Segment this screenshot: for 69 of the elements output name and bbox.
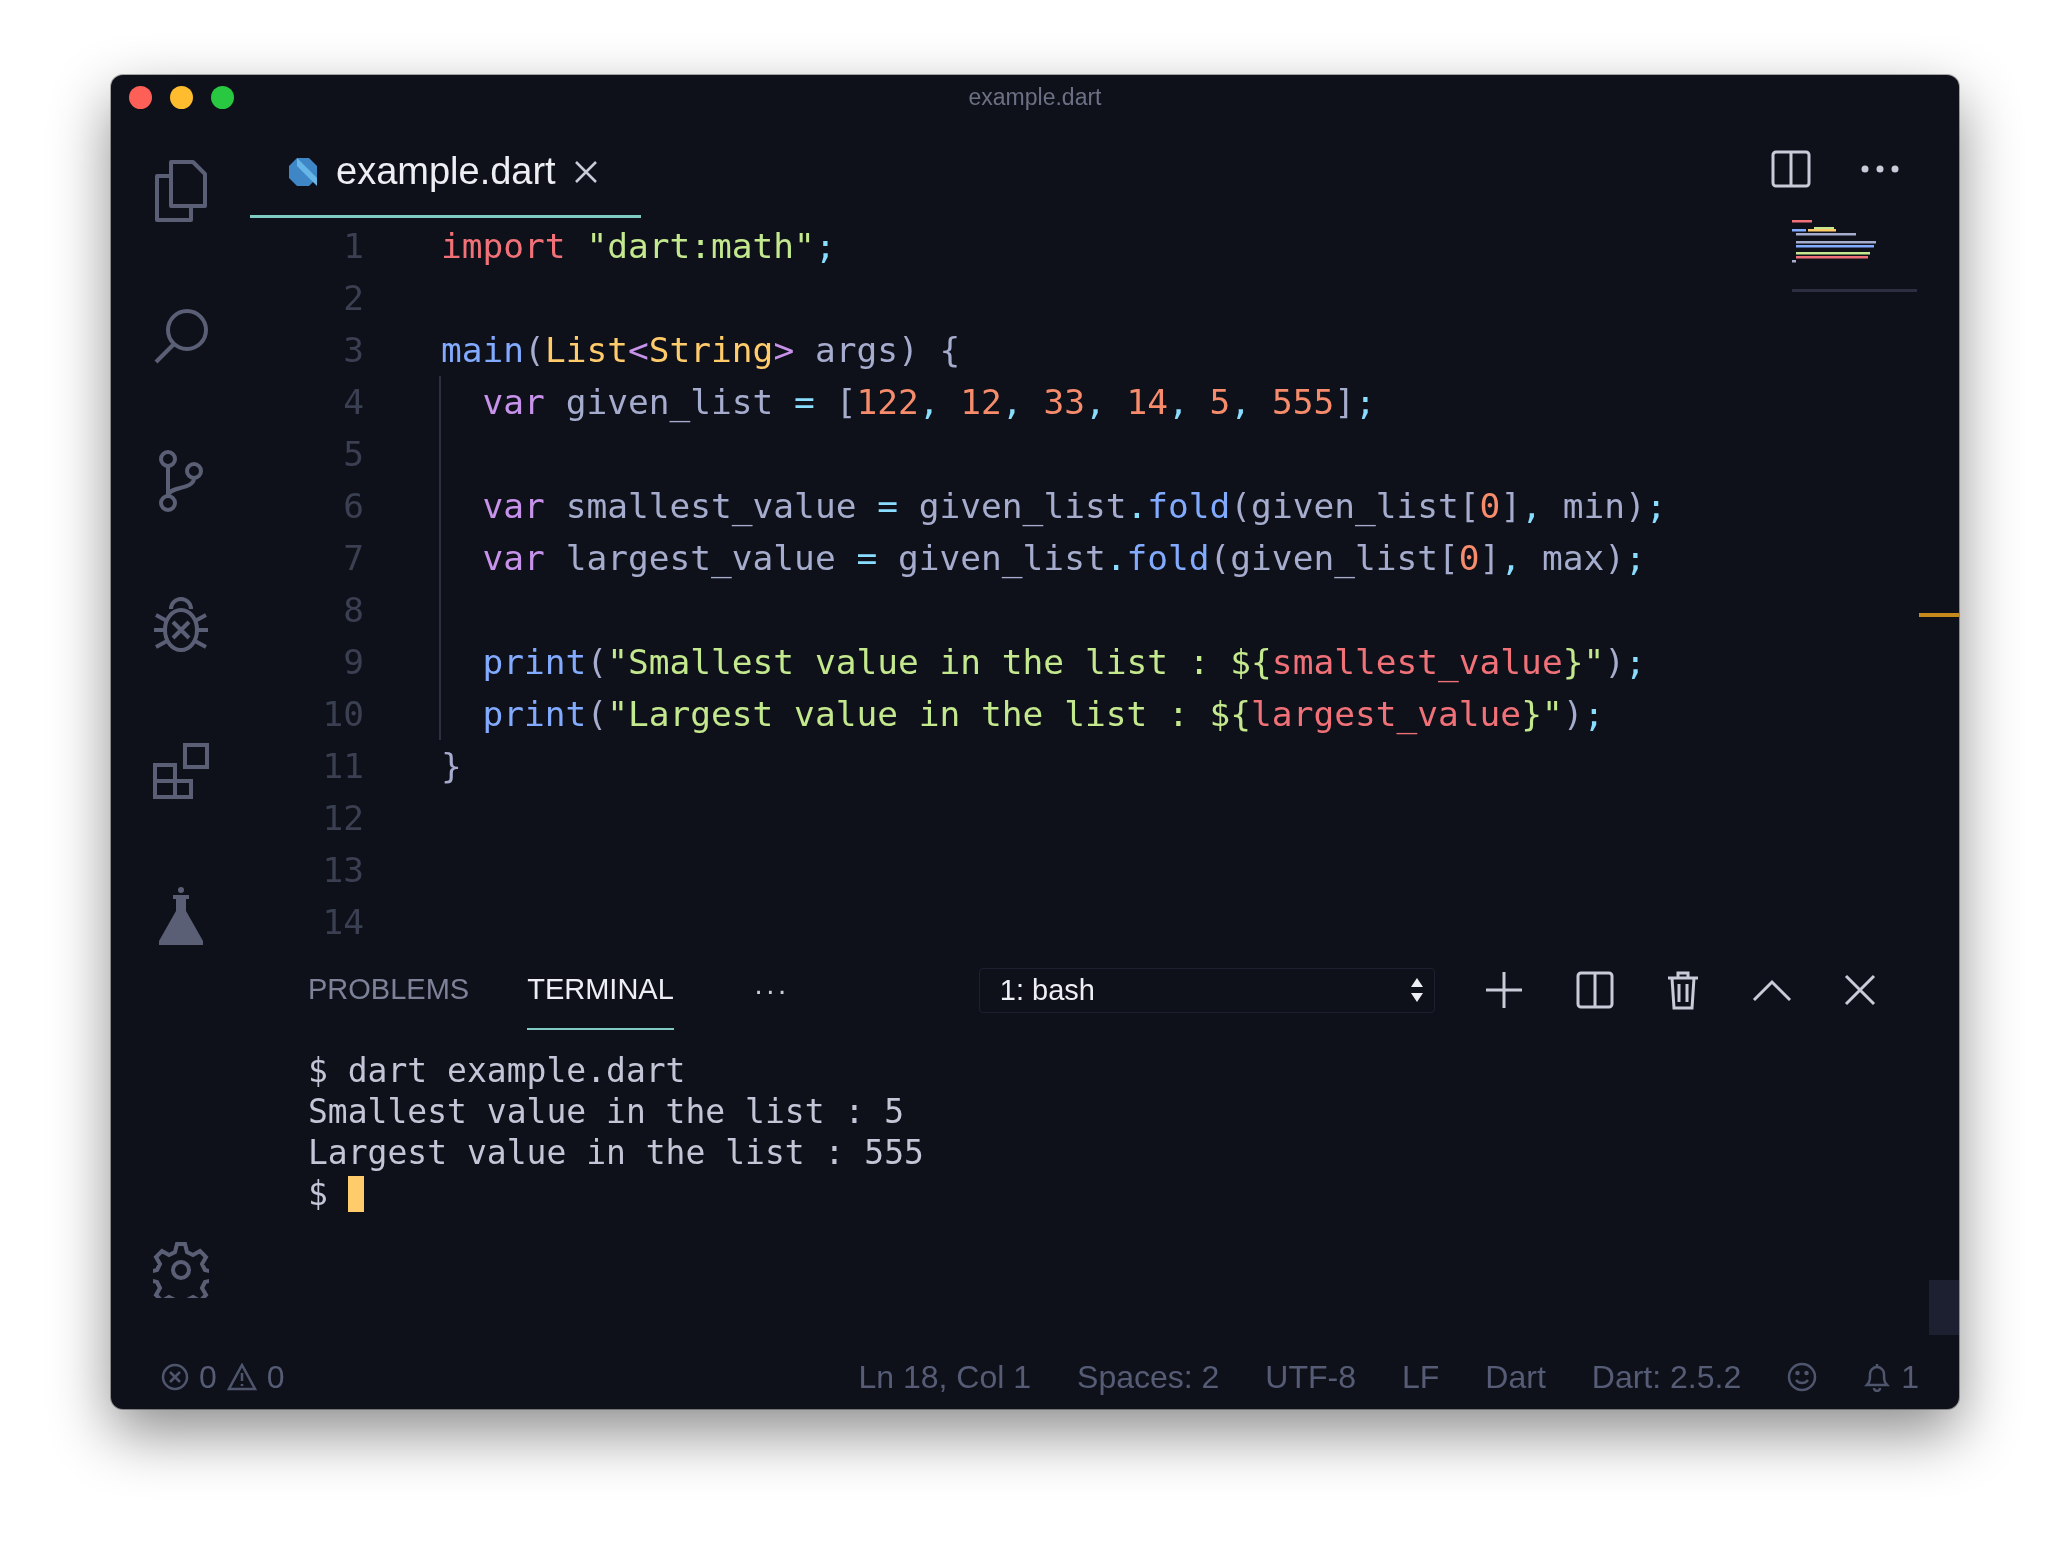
line-number: 12	[321, 798, 364, 838]
code-line: }	[440, 745, 462, 788]
debug-icon[interactable]	[151, 597, 210, 655]
minimap-drawing[interactable]	[1792, 218, 1917, 292]
code-line: import "dart:math";	[440, 225, 836, 268]
code-line: var given_list = [122, 12, 33, 14, 5, 555];	[439, 376, 1376, 428]
files-icon[interactable]	[154, 160, 207, 222]
code-line: var largest_value = given_list.fold(given_list[0], max);	[439, 532, 1646, 584]
panel-tab[interactable]: TERMINAL	[527, 950, 674, 1030]
file-type-icon	[288, 156, 318, 187]
panel-tab[interactable]: PROBLEMS	[308, 950, 470, 1030]
plus-icon[interactable]	[1483, 970, 1524, 1010]
window-zoom-button[interactable]	[211, 86, 234, 109]
split-terminal-icon[interactable]	[1575, 971, 1614, 1009]
window-title: example.dart	[968, 84, 1102, 111]
search-icon[interactable]	[152, 308, 209, 364]
line-number: 6	[342, 486, 364, 526]
line-number: 5	[342, 434, 364, 474]
line-number: 9	[342, 642, 364, 682]
extensions-icon[interactable]	[152, 743, 209, 799]
split-editor-icon[interactable]	[1771, 150, 1811, 188]
error-icon[interactable]	[161, 1363, 189, 1391]
status-item[interactable]: LF	[1402, 1358, 1440, 1396]
terminal-select[interactable]: 1: bash	[978, 967, 1435, 1013]
terminal-line: Largest value in the list : 555	[308, 1132, 925, 1173]
more-icon[interactable]	[1861, 165, 1899, 173]
line-number: 8	[342, 590, 364, 630]
notification-count[interactable]: 1	[1901, 1358, 1919, 1396]
editor-tab[interactable]: example.dart	[250, 120, 641, 218]
smiley-icon[interactable]	[1787, 1362, 1818, 1392]
more-tabs-button[interactable]: ···	[753, 973, 789, 1007]
terminal-line: $ dart example.dart	[308, 1050, 687, 1091]
terminal-line: Smallest value in the list : 5	[308, 1091, 906, 1132]
bell-icon[interactable]	[1863, 1362, 1892, 1392]
line-number: 3	[342, 330, 364, 370]
warning-count[interactable]: 0	[266, 1358, 285, 1396]
warning-icon[interactable]	[226, 1363, 257, 1391]
terminal-scrollbar[interactable]	[1929, 1280, 1959, 1335]
terminal-prompt: $	[308, 1173, 328, 1214]
close-icon[interactable]	[573, 159, 598, 184]
up-down-arrows-icon	[1409, 977, 1424, 1003]
chevron-up-icon[interactable]	[1751, 978, 1792, 1002]
code-line: main(List<String> args) {	[440, 329, 961, 372]
line-number: 7	[342, 538, 364, 578]
line-number: 4	[342, 382, 364, 422]
status-item[interactable]: UTF-8	[1265, 1358, 1356, 1396]
status-item[interactable]: Spaces: 2	[1077, 1358, 1220, 1396]
terminal-cursor	[347, 1175, 364, 1212]
line-number: 2	[342, 278, 364, 318]
status-item[interactable]: Ln 18, Col 1	[858, 1358, 1032, 1396]
flask-icon[interactable]	[156, 887, 205, 945]
window-close-button[interactable]	[129, 86, 152, 109]
window-minimize-button[interactable]	[170, 86, 193, 109]
line-number: 1	[342, 226, 364, 266]
trash-icon[interactable]	[1665, 970, 1700, 1010]
overview-ruler-marker	[1919, 613, 1959, 617]
line-number: 14	[321, 902, 364, 942]
code-line: print("Smallest value in the list : ${smallest_value}");	[439, 636, 1646, 688]
source-control-icon[interactable]	[157, 450, 204, 512]
line-number: 10	[321, 694, 364, 734]
settings-icon[interactable]	[152, 1242, 209, 1298]
code-line: print("Largest value in the list : ${largest_value}");	[439, 688, 1605, 740]
line-number: 11	[321, 746, 364, 786]
code-line: var smallest_value = given_list.fold(given_list[0], min);	[439, 480, 1667, 532]
status-item[interactable]: Dart: 2.5.2	[1591, 1358, 1742, 1396]
line-number: 13	[321, 850, 364, 890]
close-icon[interactable]	[1843, 974, 1876, 1006]
status-item[interactable]: Dart	[1485, 1358, 1546, 1396]
error-count[interactable]: 0	[199, 1358, 217, 1396]
